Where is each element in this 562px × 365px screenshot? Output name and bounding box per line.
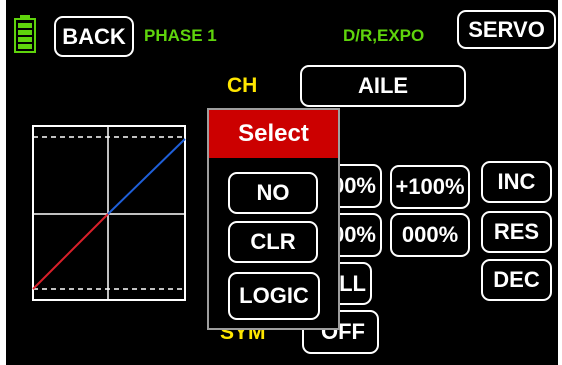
dr-expo-screen: BACK PHASE 1 D/R,EXPO SERVO CH AILE 100%… [6, 0, 558, 365]
phase-label: PHASE 1 [144, 26, 217, 45]
select-popup: Select NO CLR LOGIC [207, 108, 340, 330]
rate-left-button[interactable]: +100% [390, 165, 470, 209]
popup-title: Select [209, 110, 338, 158]
option-no-button[interactable]: NO [228, 172, 318, 214]
servo-button[interactable]: SERVO [457, 10, 556, 49]
menu-title: D/R,EXPO [343, 26, 425, 45]
dec-button[interactable]: DEC [481, 259, 552, 301]
battery-icon [14, 15, 36, 53]
channel-label: CH [227, 74, 258, 97]
expo-left-button[interactable]: 000% [390, 213, 470, 257]
curve-graph [32, 125, 186, 306]
option-logic-button[interactable]: LOGIC [228, 272, 320, 320]
option-clr-button[interactable]: CLR [228, 221, 318, 263]
back-button[interactable]: BACK [54, 16, 134, 57]
channel-selector[interactable]: AILE [300, 65, 466, 107]
inc-button[interactable]: INC [481, 161, 552, 203]
res-button[interactable]: RES [481, 211, 552, 253]
